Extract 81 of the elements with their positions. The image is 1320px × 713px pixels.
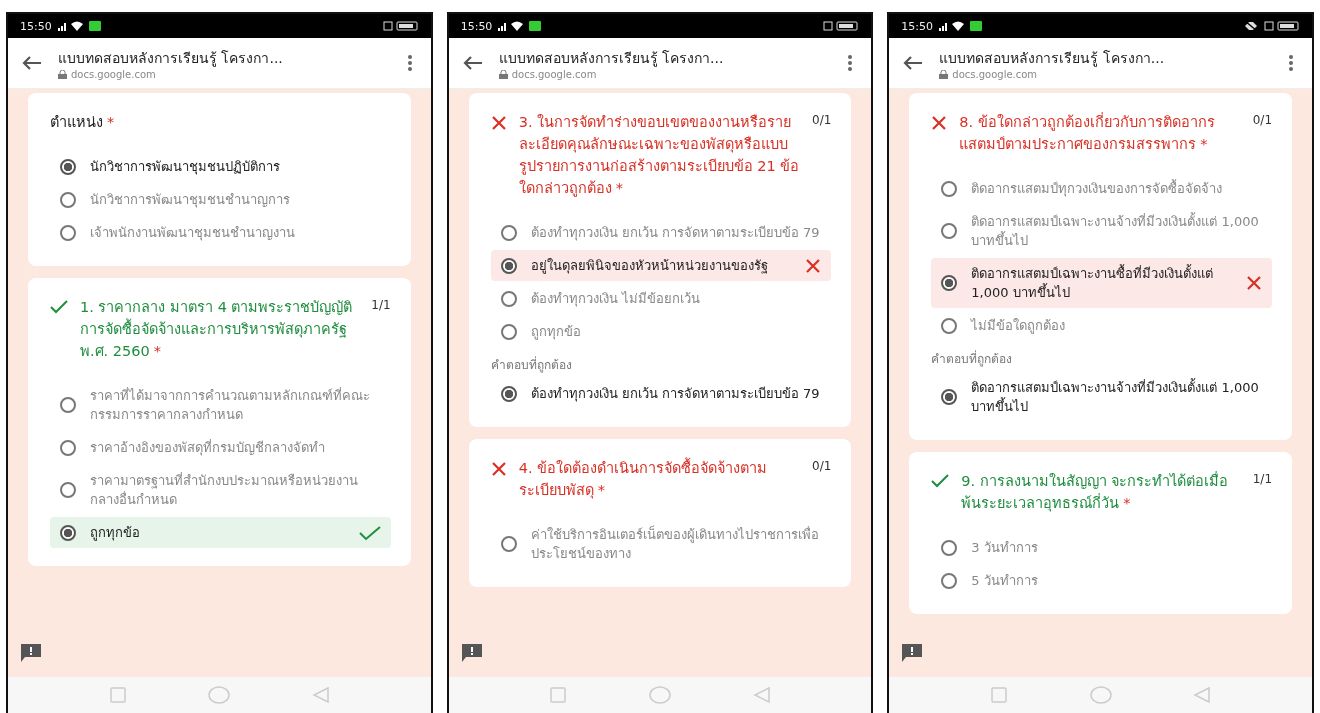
answer-option[interactable]: ต้องทำทุกวงเงิน ยกเว้น การจัดหาตามระเบียบข้อ 79 <box>490 217 832 248</box>
status-time: 15:50 <box>460 19 493 33</box>
lock-icon <box>939 69 949 79</box>
cross-icon <box>1246 275 1262 291</box>
back-icon[interactable] <box>22 55 42 71</box>
battery-icon <box>823 20 860 32</box>
radio-button[interactable] <box>941 539 958 556</box>
answer-option[interactable]: ติดอากรแสตมป์ทุกวงเงินของการจัดซื้อจัดจ้าง <box>931 173 1272 204</box>
question-title: 9. การลงนามในสัญญา จะกระทำได้ต่อเมื่อพ้นระยะเวลาอุทธรณ์กี่วัน * <box>961 470 1230 514</box>
lock-icon <box>58 69 67 79</box>
back-icon[interactable] <box>462 55 483 71</box>
radio-button[interactable] <box>941 180 958 197</box>
question-title: 1. ราคากลาง มาตรา 4 ตามพระราชบัญญัติการจัดซื้อจัดจ้างและการบริหารพัสดุภาครัฐ พ.ศ. 2560 * <box>80 298 354 361</box>
radio-button[interactable] <box>941 223 958 239</box>
question-title: 8. ข้อใดกล่าวถูกต้องเกี่ยวกับการติดอากรแสตมป์ตามประกาศของกรมสรรพากร * <box>959 111 1216 154</box>
answer-option[interactable]: ถูกทุกข้อ <box>490 316 832 347</box>
answer-option[interactable]: ติดอากรแสตมป์เฉพาะงานซื้อที่มีวงเงินตั้งแต่ 1,000 บาทขึ้นไป <box>931 258 1272 308</box>
radio-button[interactable] <box>60 482 76 498</box>
radio-button[interactable] <box>500 290 517 307</box>
page-url: docs.google.com <box>71 68 156 80</box>
battery-icon <box>1264 20 1300 32</box>
question-title: 4. ข้อใดต้องดำเนินการจัดซื้อจัดจ้างตามระเบียบพัสดุ * <box>518 457 801 501</box>
lock-icon <box>498 69 508 79</box>
question-score: 0/1 <box>1252 113 1272 127</box>
answer-option[interactable]: 5 วันทำการ <box>931 565 1272 596</box>
menu-icon[interactable] <box>847 54 854 72</box>
radio-button[interactable] <box>60 224 76 241</box>
signal-wifi-icon <box>939 20 984 32</box>
radio-button[interactable] <box>941 572 958 589</box>
page-url: docs.google.com <box>952 68 1038 80</box>
answer-option[interactable]: นักวิชาการพัฒนาชุมชนปฏิบัติการ <box>50 151 391 182</box>
answer-option[interactable]: ไม่มีข้อใดถูกต้อง <box>931 310 1272 341</box>
question-score: 0/1 <box>812 113 832 127</box>
correct-answer-heading: คำตอบที่ถูกต้อง <box>490 355 573 374</box>
feedback-icon[interactable] <box>901 643 924 663</box>
answer-option[interactable]: ราคามาตรฐานที่สำนักงบประมาณหรือหน่วยงานกลางอื่นกำหนด <box>50 465 391 515</box>
correct-answer-heading: คำตอบที่ถูกต้อง <box>931 349 1014 368</box>
answer-option[interactable]: ถูกทุกข้อ <box>50 517 391 548</box>
radio-button[interactable] <box>500 224 517 241</box>
back-icon[interactable] <box>903 55 924 71</box>
cross-icon <box>805 257 822 274</box>
radio-button[interactable] <box>941 275 958 291</box>
page-title: แบบทดสอบหลังการเรียนรู้ โครงกา... <box>498 48 725 69</box>
radio-button[interactable] <box>60 191 76 208</box>
battery-icon <box>382 20 419 32</box>
question-title: 3. ในการจัดทำร่างขอบเขตของงานหรือรายละเอียดคุณลักษณะเฉพาะของพัสดุหรือแบบรูปรายการงานก่อสร้างตามระเบียบข้อ 21 ข้อใดกล่าวถูกต้อง * <box>518 113 801 199</box>
question-title: ตำแหน่ง * <box>50 113 116 132</box>
question-score: 1/1 <box>371 298 391 312</box>
correct-answer-option: ต้องทำทุกวงเงิน ยกเว้น การจัดหาตามระเบียบข้อ 79 <box>490 378 832 409</box>
page-title: แบบทดสอบหลังการเรียนรู้ โครงกา... <box>939 48 1166 69</box>
answer-option[interactable]: อยู่ในดุลยพินิจของหัวหน้าหน่วยงานของรัฐ <box>490 250 832 281</box>
question-score: 1/1 <box>1252 472 1272 486</box>
correct-answer-option: ติดอากรแสตมป์เฉพาะงานจ้างที่มีวงเงินตั้งแต่ 1,000 บาทขึ้นไป <box>931 372 1272 422</box>
answer-option[interactable]: 3 วันทำการ <box>931 532 1272 563</box>
answer-option[interactable]: เจ้าพนักงานพัฒนาชุมชนชำนาญงาน <box>50 217 391 248</box>
page-url: docs.google.com <box>511 68 597 80</box>
question-score: 0/1 <box>812 459 832 473</box>
answer-option[interactable]: นักวิชาการพัฒนาชุมชนชำนาญการ <box>50 184 391 215</box>
radio-button[interactable] <box>500 323 517 340</box>
radio-button[interactable] <box>60 524 76 541</box>
answer-option[interactable]: ราคาที่ได้มาจากการคำนวณตามหลักเกณฑ์ที่คณะกรรมการราคากลางกำหนด <box>50 380 391 430</box>
check-icon <box>358 524 381 541</box>
status-time: 15:50 <box>901 19 934 33</box>
radio-button[interactable] <box>941 317 958 334</box>
answer-option[interactable]: ราคาอ้างอิงของพัสดุที่กรมบัญชีกลางจัดทำ <box>50 432 391 463</box>
radio-button[interactable] <box>60 439 76 456</box>
radio-button[interactable] <box>60 397 76 413</box>
answer-option[interactable]: ค่าใช้บริการอินเตอร์เน็ตของผู้เดินทางไปราชการเพื่อประโยชน์ของทาง <box>490 519 832 569</box>
feedback-icon[interactable] <box>460 643 483 663</box>
answer-option[interactable]: ติดอากรแสตมป์เฉพาะงานจ้างที่มีวงเงินตั้งแต่ 1,000 บาทขึ้นไป <box>931 206 1272 256</box>
radio-button[interactable] <box>500 257 517 274</box>
radio-button[interactable] <box>60 158 76 175</box>
radio-button[interactable] <box>500 536 517 552</box>
feedback-icon[interactable] <box>20 643 42 663</box>
page-title: แบบทดสอบหลังการเรียนรู้ โครงกา... <box>58 48 284 69</box>
menu-icon[interactable] <box>406 54 413 72</box>
menu-icon[interactable] <box>1288 54 1294 72</box>
answer-option[interactable]: ต้องทำทุกวงเงิน ไม่มีข้อยกเว้น <box>490 283 832 314</box>
status-time: 15:50 <box>20 19 52 33</box>
signal-wifi-icon <box>498 20 543 32</box>
signal-wifi-icon <box>57 20 102 32</box>
